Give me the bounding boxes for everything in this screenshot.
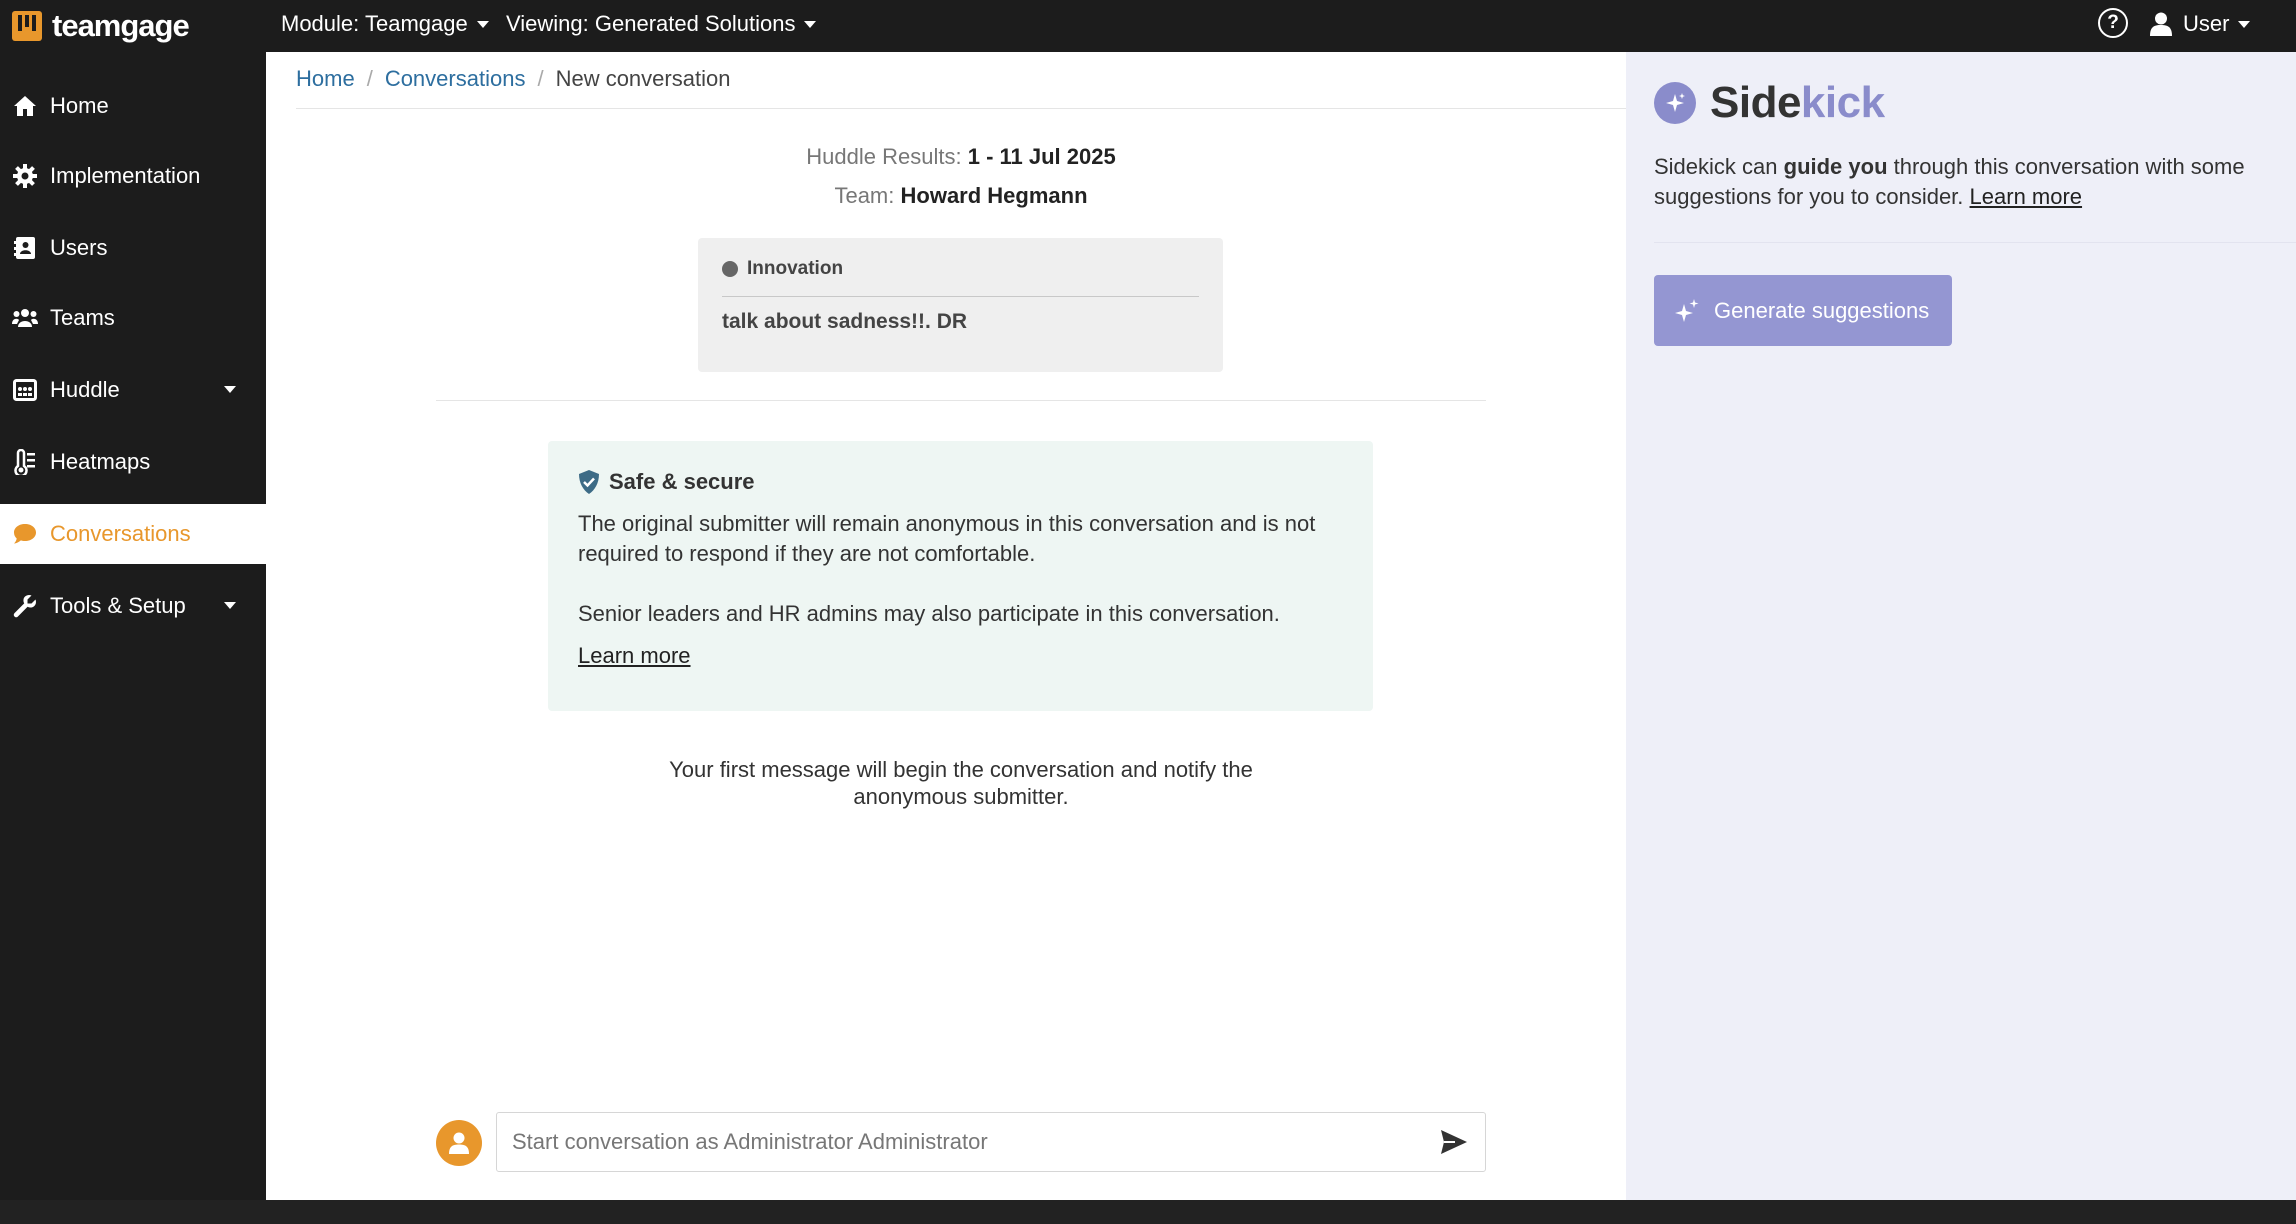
sidebar-item-conversations[interactable]: Conversations <box>0 504 266 564</box>
thermometer-icon <box>12 449 38 475</box>
sidebar-item-tools-setup[interactable]: Tools & Setup <box>0 576 266 636</box>
generate-suggestions-button[interactable]: Generate suggestions <box>1654 275 1952 346</box>
help-glyph: ? <box>2107 12 2119 33</box>
topic-divider <box>722 296 1199 297</box>
sidebar-item-label: Home <box>50 93 109 118</box>
sidebar: Home Implementation Users Teams Huddle H… <box>0 52 266 1200</box>
huddle-icon <box>12 377 38 403</box>
topic-card: Innovation talk about sadness!!. DR <box>698 238 1223 372</box>
user-menu-label: User <box>2183 11 2230 36</box>
sidebar-item-users[interactable]: Users <box>0 218 266 278</box>
breadcrumb-divider <box>296 108 1626 109</box>
main-content: Home / Conversations / New conversation … <box>266 52 1626 1200</box>
gear-icon <box>12 163 38 189</box>
user-icon <box>2150 12 2172 36</box>
safe-secure-text-2: Senior leaders and HR admins may also pa… <box>578 601 1280 626</box>
home-icon <box>12 93 38 119</box>
sparkles-icon <box>1675 298 1699 322</box>
sidebar-item-label: Teams <box>50 305 115 330</box>
chevron-down-icon <box>2238 20 2251 28</box>
breadcrumb-home-link[interactable]: Home <box>296 66 355 92</box>
section-divider <box>436 400 1486 401</box>
breadcrumb-separator: / <box>366 66 373 91</box>
shield-check-icon <box>579 470 599 494</box>
logo-mark-icon <box>12 11 42 41</box>
breadcrumb: Home / Conversations / New conversation <box>296 66 730 92</box>
viewing-dropdown[interactable]: Viewing: Generated Solutions <box>506 11 817 37</box>
sidekick-wordmark-kick: kick <box>1800 78 1885 127</box>
sidekick-title: Sidekick <box>1654 78 1885 128</box>
send-icon[interactable] <box>1440 1129 1468 1155</box>
sidebar-item-label: Users <box>50 235 108 260</box>
chevron-down-icon <box>804 20 817 28</box>
user-menu[interactable]: User <box>2150 9 2251 39</box>
sidebar-item-home[interactable]: Home <box>0 76 266 136</box>
sidebar-item-label: Heatmaps <box>50 449 151 474</box>
user-icon <box>449 1132 469 1154</box>
avatar <box>436 1120 482 1166</box>
help-icon[interactable]: ? <box>2098 8 2128 38</box>
generate-suggestions-label: Generate suggestions <box>1714 297 1930 323</box>
sidebar-item-huddle[interactable]: Huddle <box>0 360 266 420</box>
sidekick-desc-prefix: Sidekick can <box>1654 154 1784 179</box>
wrench-icon <box>12 593 38 619</box>
top-bar: teamgage Module: Teamgage Viewing: Gener… <box>0 0 2296 52</box>
huddle-results-line: Huddle Results: 1 - 11 Jul 2025 <box>266 144 1656 170</box>
topic-category-label: Innovation <box>747 258 844 279</box>
comment-icon <box>12 521 38 547</box>
category-dot-icon <box>722 261 738 277</box>
chevron-down-icon <box>224 602 236 609</box>
first-message-note: Your first message will begin the conver… <box>669 757 1253 809</box>
sidekick-learn-more-link[interactable]: Learn more <box>1970 184 2083 209</box>
sidekick-panel: Sidekick Sidekick can guide you through … <box>1626 52 2296 1200</box>
safe-secure-text-1: The original submitter will remain anony… <box>578 511 1316 566</box>
message-composer <box>436 1112 1486 1172</box>
safe-secure-title: Safe & secure <box>609 469 755 494</box>
breadcrumb-current: New conversation <box>555 66 731 91</box>
sidekick-wordmark: Sidekick <box>1710 78 1885 128</box>
huddle-team-line: Team: Howard Hegmann <box>266 183 1656 209</box>
safe-secure-notice: Safe & secure The original submitter wil… <box>548 441 1373 711</box>
sidekick-desc-bold: guide you <box>1783 154 1888 179</box>
sidebar-item-teams[interactable]: Teams <box>0 288 266 348</box>
sidekick-logo-icon <box>1654 82 1696 124</box>
breadcrumb-separator: / <box>537 66 544 91</box>
huddle-results-value: 1 - 11 Jul 2025 <box>967 144 1116 169</box>
huddle-results-label: Huddle Results: <box>806 144 962 169</box>
sidebar-item-label: Implementation <box>50 163 201 188</box>
sidekick-description: Sidekick can guide you through this conv… <box>1654 152 2274 212</box>
logo-wordmark: teamgage <box>52 8 190 43</box>
sidebar-item-label: Huddle <box>50 377 120 402</box>
sidekick-divider <box>1654 242 2296 243</box>
sidebar-item-label: Conversations <box>50 521 191 546</box>
sidekick-wordmark-side: Side <box>1710 78 1801 127</box>
huddle-team-label: Team: <box>834 183 895 208</box>
bottom-strip <box>0 1200 2296 1224</box>
breadcrumb-conversations-link[interactable]: Conversations <box>385 66 526 92</box>
chevron-down-icon <box>476 20 489 28</box>
sidebar-item-label: Tools & Setup <box>50 593 186 618</box>
huddle-team-value: Howard Hegmann <box>900 183 1088 208</box>
chevron-down-icon <box>224 386 236 393</box>
learn-more-link[interactable]: Learn more <box>578 643 691 669</box>
safe-secure-heading: Safe & secure <box>578 469 1343 495</box>
users-icon <box>12 305 38 331</box>
topic-text: talk about sadness!!. DR <box>722 310 968 333</box>
message-input[interactable] <box>496 1112 1486 1172</box>
sidebar-item-implementation[interactable]: Implementation <box>0 146 266 206</box>
viewing-dropdown-label: Viewing: Generated Solutions <box>506 11 796 36</box>
address-card-icon <box>12 235 38 261</box>
teamgage-logo[interactable]: teamgage <box>12 7 190 45</box>
sidebar-item-heatmaps[interactable]: Heatmaps <box>0 432 266 492</box>
topic-category: Innovation <box>722 258 1199 280</box>
module-dropdown-label: Module: Teamgage <box>281 11 468 36</box>
module-dropdown[interactable]: Module: Teamgage <box>281 11 489 37</box>
